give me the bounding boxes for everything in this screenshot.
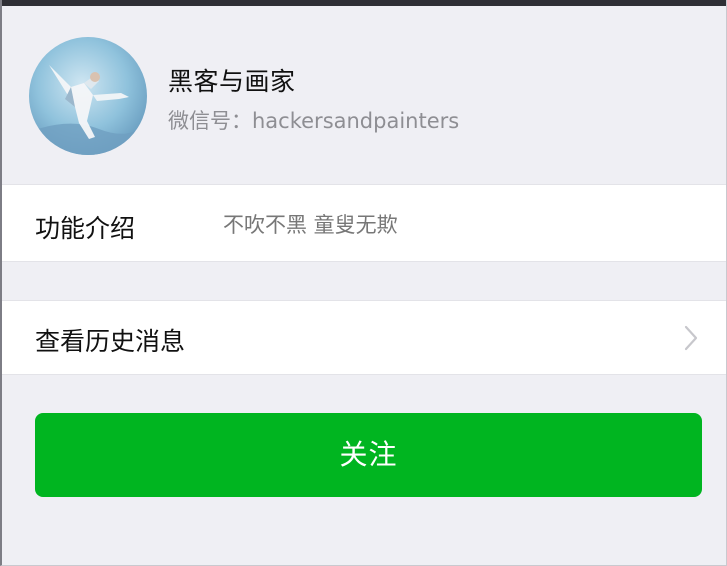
follow-button[interactable]: 关注 xyxy=(35,413,702,497)
account-profile-screen: 黑客与画家 微信号：hackersandpainters 功能介绍 不吹不黑 童… xyxy=(0,0,727,566)
function-intro-value: 不吹不黑 童叟无欺 xyxy=(223,213,398,237)
view-history-row[interactable]: 查看历史消息 xyxy=(2,300,726,375)
function-intro-row: 功能介绍 不吹不黑 童叟无欺 xyxy=(2,184,726,262)
function-intro-label: 功能介绍 xyxy=(35,214,136,243)
profile-header: 黑客与画家 微信号：hackersandpainters xyxy=(2,6,726,184)
account-name: 黑客与画家 xyxy=(168,67,296,96)
avatar[interactable] xyxy=(29,37,147,155)
wechat-id: 微信号：hackersandpainters xyxy=(168,109,460,133)
view-history-label: 查看历史消息 xyxy=(35,327,186,356)
chevron-right-icon xyxy=(684,325,698,351)
avatar-image xyxy=(29,37,147,155)
